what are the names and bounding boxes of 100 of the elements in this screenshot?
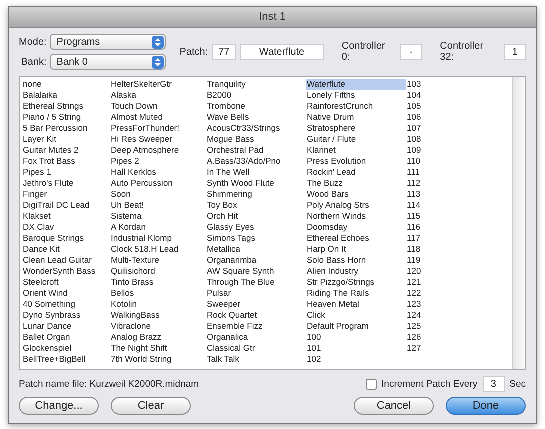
patch-item[interactable]: 114 (406, 200, 446, 211)
patch-item[interactable]: 110 (406, 156, 446, 167)
patch-item[interactable]: WonderSynth Bass (22, 266, 110, 277)
patch-item[interactable]: Tranquility (206, 79, 306, 90)
patch-item[interactable]: Doomsday (306, 222, 406, 233)
patch-item[interactable]: Alien Industry (306, 266, 406, 277)
patch-item[interactable]: 119 (406, 255, 446, 266)
patch-item[interactable]: 101 (306, 343, 406, 354)
dialog-button[interactable]: Cancel (354, 397, 434, 415)
patch-item[interactable]: 123 (406, 299, 446, 310)
patch-item[interactable]: Press Evolution (306, 156, 406, 167)
patch-item[interactable]: Pulsar (206, 288, 306, 299)
patch-item[interactable]: Orchestral Pad (206, 145, 306, 156)
patch-item[interactable]: Orient Wind (22, 288, 110, 299)
patch-item[interactable]: Talk Talk (206, 354, 306, 365)
patch-item[interactable]: 104 (406, 90, 446, 101)
patch-item[interactable]: Touch Down (110, 101, 206, 112)
patch-name-field[interactable]: Waterflute (240, 44, 324, 60)
patch-item[interactable]: 105 (406, 101, 446, 112)
patch-item[interactable]: Lonely Fifths (306, 90, 406, 101)
patch-item[interactable]: Waterflute (306, 79, 406, 90)
dialog-button[interactable]: Clear (111, 397, 191, 415)
patch-item[interactable]: Click (306, 310, 406, 321)
patch-item[interactable]: WalkingBass (110, 310, 206, 321)
patch-item[interactable]: B2000 (206, 90, 306, 101)
increment-field[interactable]: 3 (482, 376, 505, 392)
patch-item[interactable]: Organarimba (206, 255, 306, 266)
patch-item[interactable]: Steelcroft (22, 277, 110, 288)
patch-item[interactable]: Deep Atmosphere (110, 145, 206, 156)
patch-item[interactable]: Clock 518.H Lead (110, 244, 206, 255)
patch-item[interactable]: Tinto Brass (110, 277, 206, 288)
patch-item[interactable]: 126 (406, 332, 446, 343)
patch-item[interactable]: The Night Shift (110, 343, 206, 354)
patch-item[interactable]: Harp On It (306, 244, 406, 255)
patch-item[interactable]: 117 (406, 233, 446, 244)
patch-item[interactable]: Heaven Metal (306, 299, 406, 310)
patch-item[interactable]: Wood Bars (306, 189, 406, 200)
patch-item[interactable]: 102 (306, 354, 406, 365)
patch-item[interactable]: Ethereal Echoes (306, 233, 406, 244)
patch-item[interactable]: Quilisichord (110, 266, 206, 277)
patch-item[interactable]: Poly Analog Strs (306, 200, 406, 211)
bank-dropdown[interactable]: Bank 0 (50, 54, 166, 70)
patch-item[interactable]: 118 (406, 244, 446, 255)
patch-item[interactable]: 106 (406, 112, 446, 123)
patch-item[interactable]: Toy Box (206, 200, 306, 211)
patch-item[interactable]: Jethro's Flute (22, 178, 110, 189)
patch-item[interactable]: 125 (406, 321, 446, 332)
patch-item[interactable]: Guitar / Flute (306, 134, 406, 145)
patch-item[interactable]: 40 Something (22, 299, 110, 310)
patch-item[interactable]: BellTree+BigBell (22, 354, 110, 365)
patch-item[interactable]: Dance Kit (22, 244, 110, 255)
patch-item[interactable]: Sistema (110, 211, 206, 222)
patch-item[interactable]: 103 (406, 79, 446, 90)
patch-item[interactable]: Clean Lead Guitar (22, 255, 110, 266)
patch-item[interactable]: Auto Percussion (110, 178, 206, 189)
patch-item[interactable]: Pipes 1 (22, 167, 110, 178)
patch-item[interactable]: Sweeper (206, 299, 306, 310)
dialog-button[interactable]: Done (446, 397, 526, 415)
patch-item[interactable]: 111 (406, 167, 446, 178)
patch-item[interactable]: 7th World String (110, 354, 206, 365)
patch-item[interactable]: Fox Trot Bass (22, 156, 110, 167)
patch-item[interactable]: 113 (406, 189, 446, 200)
patch-item[interactable]: Riding The Rails (306, 288, 406, 299)
patch-item[interactable]: Dyno Synbrass (22, 310, 110, 321)
controller-0-field[interactable]: - (400, 44, 422, 60)
patch-item[interactable]: Mogue Bass (206, 134, 306, 145)
patch-item[interactable]: Trombone (206, 101, 306, 112)
patch-item[interactable]: Synth Wood Flute (206, 178, 306, 189)
patch-item[interactable]: 121 (406, 277, 446, 288)
patch-item[interactable]: PressForThunder! (110, 123, 206, 134)
patch-item[interactable]: Bellos (110, 288, 206, 299)
patch-item[interactable]: Analog Brazz (110, 332, 206, 343)
patch-item[interactable]: 116 (406, 222, 446, 233)
patch-item[interactable]: RainforestCrunch (306, 101, 406, 112)
patch-item[interactable]: Shimmering (206, 189, 306, 200)
patch-item[interactable]: Through The Blue (206, 277, 306, 288)
patch-item[interactable]: A Kordan (110, 222, 206, 233)
patch-item[interactable]: Industrial Klomp (110, 233, 206, 244)
patch-item[interactable]: 124 (406, 310, 446, 321)
patch-item[interactable]: Glockenspiel (22, 343, 110, 354)
controller-32-field[interactable]: 1 (504, 44, 526, 60)
patch-item[interactable]: Klarinet (306, 145, 406, 156)
patch-item[interactable]: 122 (406, 288, 446, 299)
patch-item[interactable]: AW Square Synth (206, 266, 306, 277)
patch-item[interactable]: Finger (22, 189, 110, 200)
patch-item[interactable]: Multi-Texture (110, 255, 206, 266)
patch-item[interactable]: Orch Hit (206, 211, 306, 222)
increment-checkbox[interactable] (366, 378, 377, 390)
patch-item[interactable]: Uh Beat! (110, 200, 206, 211)
patch-item[interactable]: Ballet Organ (22, 332, 110, 343)
patch-item[interactable]: Vibraclone (110, 321, 206, 332)
patch-item[interactable]: 5 Bar Percussion (22, 123, 110, 134)
dialog-button[interactable]: Change... (19, 397, 99, 415)
patch-item[interactable]: 112 (406, 178, 446, 189)
patch-item[interactable]: Baroque Strings (22, 233, 110, 244)
patch-item[interactable]: Rockin' Lead (306, 167, 406, 178)
patch-item[interactable]: DX Clav (22, 222, 110, 233)
patch-item[interactable]: Northern Winds (306, 211, 406, 222)
patch-item[interactable]: Simons Tags (206, 233, 306, 244)
patch-item[interactable]: Layer Kit (22, 134, 110, 145)
